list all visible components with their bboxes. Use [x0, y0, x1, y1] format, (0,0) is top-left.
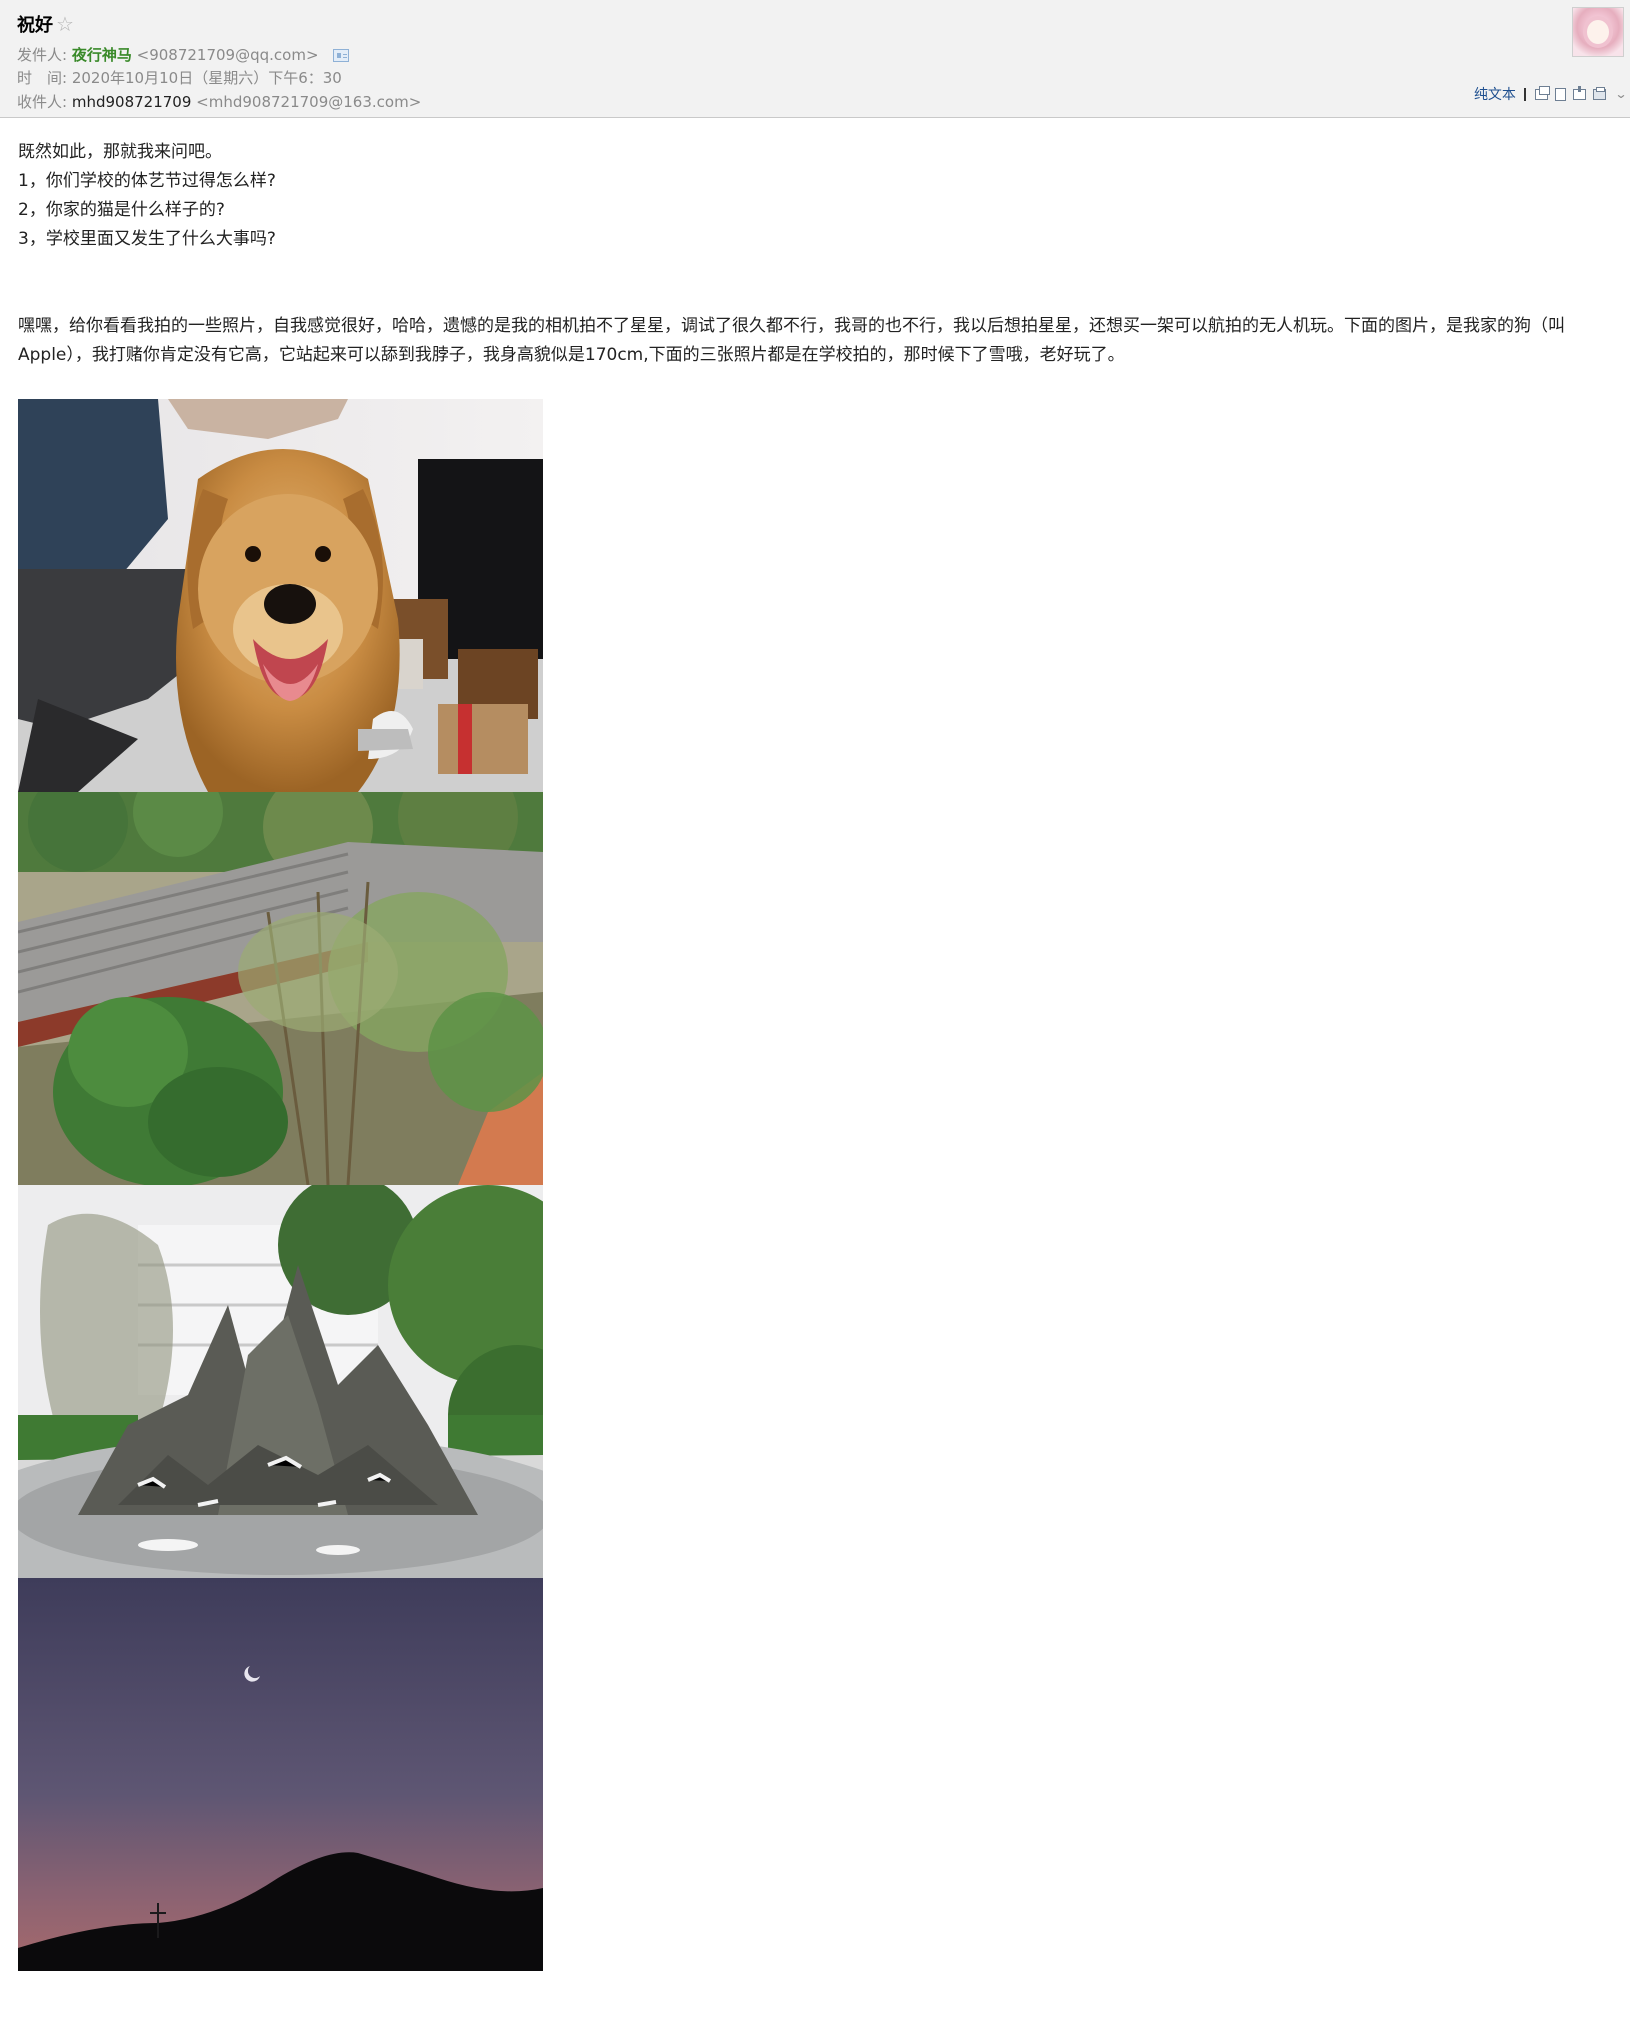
from-row: 发件人: 夜行神马 <908721709@qq.com> [17, 44, 350, 65]
mail-header: 祝好 ☆ 发件人: 夜行神马 <908721709@qq.com> 时 间: 2… [0, 0, 1630, 118]
toolbar-divider [1523, 87, 1526, 101]
question-item: 3，学校里面又发生了什么大事吗? [18, 229, 276, 249]
print-icon[interactable] [1592, 86, 1606, 100]
photo-golden-retriever[interactable] [18, 399, 543, 792]
question-item: 2，你家的猫是什么样子的? [18, 200, 225, 220]
plain-text-link[interactable]: 纯文本 [1474, 84, 1516, 104]
recipient-email: <mhd908721709@163.com> [196, 93, 422, 111]
mail-subject: 祝好 ☆ [17, 11, 74, 37]
time-value: 2020年10月10日（星期六）下午6：30 [71, 69, 342, 87]
mail-toolbar: 纯文本 ⌄ [1474, 84, 1628, 104]
intro-line: 既然如此，那就我来问吧。 [18, 142, 222, 162]
sender-name[interactable]: 夜行神马 [72, 46, 132, 64]
photo-list [18, 399, 543, 1971]
contact-card-icon[interactable] [333, 49, 350, 62]
photo-crescent-moon-dusk[interactable] [18, 1578, 543, 1971]
sender-email: <908721709@qq.com> [136, 46, 319, 64]
page-icon[interactable] [1554, 87, 1566, 101]
new-window-icon[interactable] [1534, 85, 1550, 100]
archive-icon[interactable] [1572, 85, 1586, 100]
expand-icon[interactable]: ⌄ [1614, 87, 1627, 101]
photo-description-paragraph: 嘿嘿，给你看看我拍的一些照片，自我感觉很好，哈哈，遗憾的是我的相机拍不了星星，调… [18, 316, 1565, 365]
to-label: 收件人: [17, 93, 68, 111]
photo-rockery-garden[interactable] [18, 1185, 543, 1578]
time-label: 时 间: [17, 69, 68, 87]
subject-text: 祝好 [17, 15, 53, 36]
from-label: 发件人: [17, 46, 68, 64]
avatar[interactable] [1572, 7, 1624, 57]
photo-school-courtyard[interactable] [18, 792, 543, 1185]
question-item: 1，你们学校的体艺节过得怎么样? [18, 171, 276, 191]
star-icon[interactable]: ☆ [56, 12, 74, 36]
time-row: 时 间: 2020年10月10日（星期六）下午6：30 [17, 67, 342, 88]
to-row: 收件人: mhd908721709 <mhd908721709@163.com> [17, 91, 421, 112]
mail-body: 既然如此，那就我来问吧。 1，你们学校的体艺节过得怎么样? 2，你家的猫是什么样… [18, 138, 1616, 370]
recipient-name[interactable]: mhd908721709 [72, 93, 192, 111]
